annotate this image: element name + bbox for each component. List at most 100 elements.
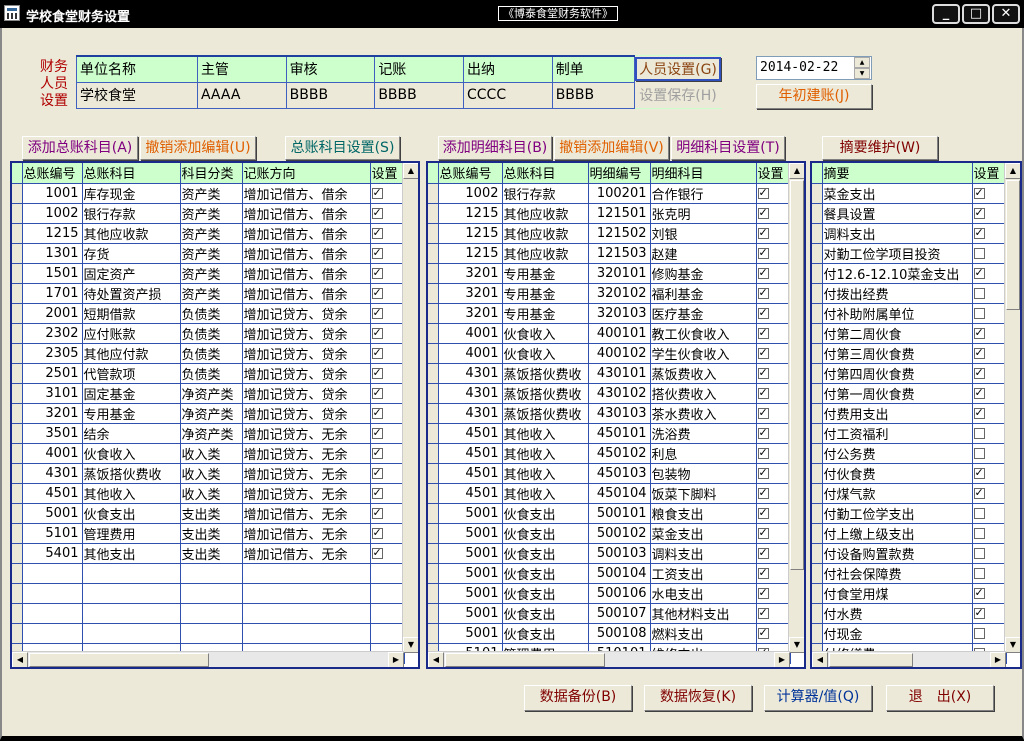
table-row[interactable]: 5001 伙食支出 500101 粮食支出 [428, 503, 791, 524]
setting-checkbox[interactable] [973, 287, 985, 299]
grid-cell[interactable]: 其他收入 [502, 463, 589, 484]
grid-cell[interactable]: 其他材料支出 [650, 603, 757, 624]
setting-checkbox[interactable] [757, 186, 769, 199]
grid-cell[interactable]: 430102 [588, 383, 651, 404]
setting-cell[interactable] [972, 263, 1007, 284]
grid-cell[interactable]: 付费用支出 [822, 403, 973, 424]
grid-cell[interactable]: 3501 [22, 423, 83, 444]
setting-cell[interactable] [756, 543, 791, 564]
setting-checkbox[interactable] [973, 486, 985, 499]
setting-cell[interactable] [370, 323, 405, 344]
setting-checkbox[interactable] [371, 406, 383, 419]
setting-cell[interactable] [756, 343, 791, 364]
grid-cell[interactable]: 伙食支出 [502, 543, 589, 564]
setting-checkbox[interactable] [757, 546, 769, 559]
grid-cell[interactable]: 刘银 [650, 223, 757, 244]
table-row[interactable]: 4501 其他收入 450103 包装物 [428, 463, 791, 484]
setting-cell[interactable] [370, 203, 405, 224]
table-row[interactable]: 4301 蒸饭搭伙费收 430101 蒸饭费收入 [428, 363, 791, 384]
table-row[interactable]: 5401 其他支出 支出类 增加记借方、无余 [12, 543, 405, 564]
column-header[interactable]: 明细科目 [650, 163, 757, 184]
grid-cell[interactable]: 支出类 [180, 503, 243, 524]
grid-cell[interactable]: 430101 [588, 363, 651, 384]
table-row[interactable]: 3201 专用基金 320102 福利基金 [428, 283, 791, 304]
scroll-left-icon[interactable]: ◀ [812, 652, 828, 667]
detail-settings-button[interactable]: 明细科目设置(T) [671, 136, 785, 160]
grid-cell[interactable]: 增加记借方、借余 [242, 183, 371, 204]
table-row[interactable]: 付设备购置款费 [812, 543, 1007, 564]
column-header[interactable]: 总账科目 [82, 163, 181, 184]
summary-grid[interactable]: 摘要设置菜金支出餐具设置调料支出对勤工俭学项目投资付12.6-12.10菜金支出… [810, 161, 1022, 669]
staff-value-cell[interactable]: BBBB [551, 81, 636, 109]
staff-value-cell[interactable]: BBBB [285, 81, 376, 109]
grid-cell[interactable]: 医疗基金 [650, 303, 757, 324]
table-row[interactable]: 2305 其他应付款 负债类 增加记贷方、贷余 [12, 343, 405, 364]
grid-cell[interactable]: 其他收入 [502, 483, 589, 504]
setting-checkbox[interactable] [973, 386, 985, 399]
grid-cell[interactable]: 银行存款 [502, 183, 589, 204]
detail-vertical-scrollbar[interactable]: ▲ ▼ [788, 163, 804, 653]
grid-cell[interactable]: 增加记贷方、无余 [242, 423, 371, 444]
grid-cell[interactable]: 1002 [22, 203, 83, 224]
grid-cell[interactable]: 其他收入 [502, 443, 589, 464]
setting-cell[interactable] [756, 403, 791, 424]
grid-cell[interactable]: 合作银行 [650, 183, 757, 204]
grid-cell[interactable]: 其他应付款 [82, 343, 181, 364]
grid-cell[interactable]: 赵建 [650, 243, 757, 264]
grid-cell[interactable]: 增加记贷方、贷余 [242, 383, 371, 404]
setting-checkbox[interactable] [973, 586, 985, 599]
grid-cell[interactable]: 洗浴费 [650, 423, 757, 444]
grid-cell[interactable]: 张克明 [650, 203, 757, 224]
grid-cell[interactable]: 3101 [22, 383, 83, 404]
grid-cell[interactable]: 负债类 [180, 323, 243, 344]
setting-cell[interactable] [370, 303, 405, 324]
table-row[interactable]: 3201 专用基金 320103 医疗基金 [428, 303, 791, 324]
table-row[interactable]: 付上缴上级支出 [812, 523, 1007, 544]
table-row[interactable]: 付现金 [812, 623, 1007, 644]
setting-checkbox[interactable] [757, 206, 769, 219]
setting-cell[interactable] [972, 523, 1007, 544]
grid-cell[interactable]: 专用基金 [82, 403, 181, 424]
grid-cell[interactable]: 付工资福利 [822, 423, 973, 444]
table-row[interactable]: 4301 蒸饭搭伙费收 430103 茶水费收入 [428, 403, 791, 424]
grid-cell[interactable]: 320101 [588, 263, 651, 284]
grid-cell[interactable]: 负债类 [180, 363, 243, 384]
grid-cell[interactable]: 450103 [588, 463, 651, 484]
minimize-button[interactable]: _ [932, 4, 960, 24]
setting-cell[interactable] [370, 463, 405, 484]
detail-vscroll-thumb[interactable] [790, 180, 804, 570]
setting-checkbox[interactable] [757, 226, 769, 239]
table-row[interactable]: 1215 其他应收款 121503 赵建 [428, 243, 791, 264]
grid-cell[interactable]: 饭菜下脚料 [650, 483, 757, 504]
table-row[interactable]: 5101 管理费用 支出类 增加记借方、无余 [12, 523, 405, 544]
table-row[interactable]: 1002 银行存款 资产类 增加记借方、借余 [12, 203, 405, 224]
setting-cell[interactable] [370, 543, 405, 564]
scroll-right-icon[interactable]: ▶ [388, 652, 404, 667]
cancel-add-gl-button[interactable]: 撤销添加编辑(U) [140, 136, 256, 160]
setting-checkbox[interactable] [973, 326, 985, 339]
grid-cell[interactable]: 450104 [588, 483, 651, 504]
spin-down-icon[interactable]: ▼ [854, 68, 870, 79]
setting-checkbox[interactable] [371, 486, 383, 499]
grid-cell[interactable]: 5101 [22, 523, 83, 544]
grid-cell[interactable]: 1215 [438, 243, 503, 264]
table-row[interactable]: 对勤工俭学项目投资 [812, 243, 1007, 264]
table-row[interactable]: 付费用支出 [812, 403, 1007, 424]
grid-cell[interactable]: 3201 [22, 403, 83, 424]
grid-cell[interactable]: 付第四周伙食费 [822, 363, 973, 384]
grid-cell[interactable]: 付水费 [822, 603, 973, 624]
grid-cell[interactable]: 付煤气款 [822, 483, 973, 504]
grid-cell[interactable]: 4501 [438, 443, 503, 464]
scroll-up-icon[interactable]: ▲ [403, 163, 418, 179]
setting-checkbox[interactable] [973, 466, 985, 479]
setting-cell[interactable] [972, 183, 1007, 204]
setting-checkbox[interactable] [371, 186, 383, 199]
grid-cell[interactable]: 其他应收款 [502, 203, 589, 224]
grid-cell[interactable]: 菜金支出 [650, 523, 757, 544]
table-row[interactable]: 1215 其他应收款 121501 张克明 [428, 203, 791, 224]
table-row[interactable]: 5001 伙食支出 500107 其他材料支出 [428, 603, 791, 624]
setting-cell[interactable] [370, 443, 405, 464]
setting-checkbox[interactable] [973, 406, 985, 419]
grid-cell[interactable]: 待处置资产损 [82, 283, 181, 304]
grid-cell[interactable]: 320102 [588, 283, 651, 304]
